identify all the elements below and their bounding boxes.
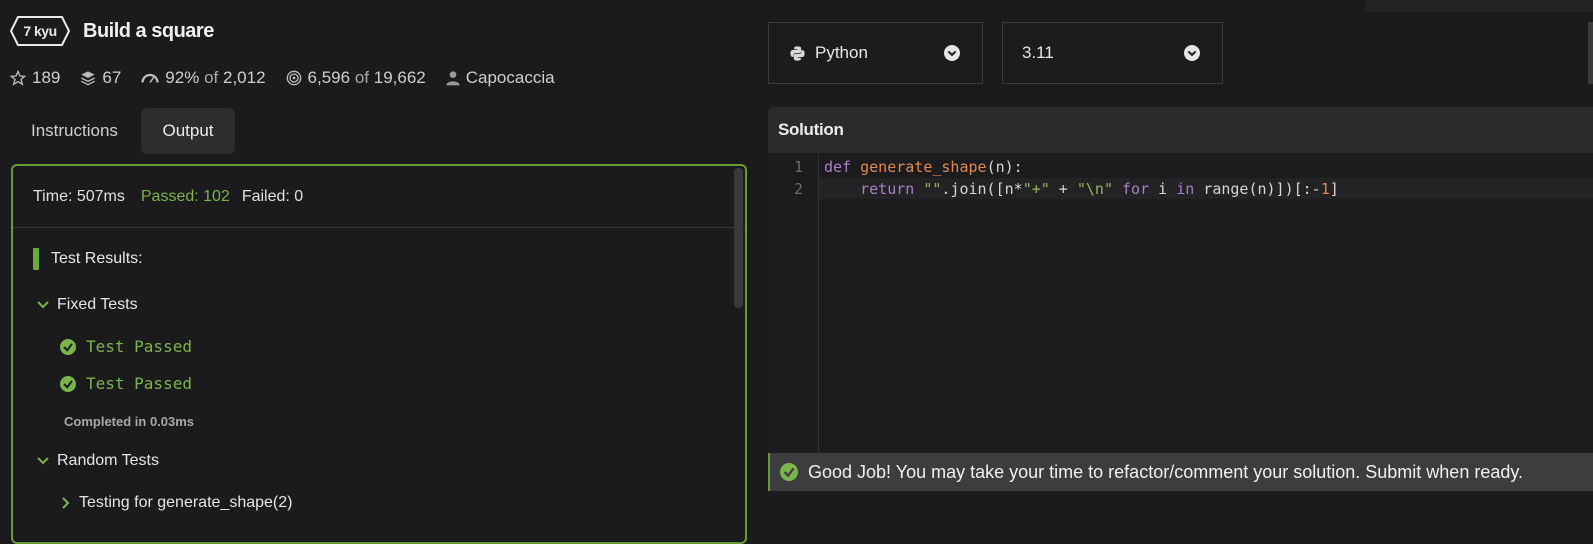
random-test-item[interactable]: Testing for generate_shape(2) [61, 494, 292, 512]
star-icon [10, 70, 26, 86]
output-panel: Time: 507ms Passed: 102 Failed: 0 Test Res… [11, 164, 747, 544]
completed-count: 6,596 [307, 68, 351, 87]
success-banner: Good Job! You may take your time to refa… [768, 453, 1593, 491]
rank-label: 7 kyu [23, 23, 57, 39]
check-circle-icon [60, 375, 76, 392]
line-number: 1 [793, 158, 803, 176]
solution-header: Solution [768, 107, 1593, 153]
version-select[interactable]: 3.11 [1002, 22, 1223, 84]
success-message: Good Job! You may take your time to refa… [808, 461, 1524, 482]
code-line-2[interactable]: return "".join([n*"+" + "\n" for i in ra… [824, 180, 1339, 198]
output-scrollbar[interactable] [734, 168, 743, 308]
satisfaction-of: of [204, 68, 219, 87]
solution-title: Solution [778, 120, 844, 139]
chevron-down-icon [37, 457, 49, 465]
line-number: 2 [793, 180, 803, 198]
results-header: Test Results: [33, 248, 143, 270]
collections-stat[interactable]: 67 [80, 68, 121, 88]
check-circle-icon [60, 338, 76, 355]
group-label: Random Tests [57, 452, 159, 469]
language-label: Python [815, 43, 868, 62]
stars-count: 189 [32, 68, 61, 87]
target-icon [286, 70, 301, 86]
chevron-right-icon [62, 497, 70, 509]
random-test-label: Testing for generate_shape(2) [79, 494, 293, 511]
chevron-down-icon [1184, 45, 1200, 61]
run-time: Time: 507ms [33, 188, 125, 205]
test-result-label: Test Passed [86, 374, 192, 393]
top-strip [1365, 0, 1593, 12]
author-name: Capocaccia [465, 68, 555, 87]
group-fixed-tests[interactable]: Fixed Tests [37, 296, 138, 314]
satisfaction-votes: 2,012 [222, 68, 266, 87]
failed-count: Failed: 0 [241, 188, 304, 205]
layers-icon [81, 71, 96, 86]
editor-gutter-divider [818, 153, 819, 453]
author-stat[interactable]: Capocaccia [446, 68, 555, 88]
satisfaction-stat: 92% of 2,012 [141, 68, 266, 88]
test-summary: Time: 507ms Passed: 102 Failed: 0 [13, 166, 745, 228]
stars-stat[interactable]: 189 [10, 68, 60, 88]
completion-stat: 6,596 of 19,662 [286, 68, 426, 88]
rank-badge: 7 kyu [10, 16, 70, 46]
right-edge-scrollbar[interactable] [1588, 22, 1593, 84]
speedometer-icon [141, 73, 159, 83]
kata-title[interactable]: Build a square [83, 20, 214, 43]
tab-output[interactable]: Output [141, 108, 235, 154]
results-title: Test Results: [51, 250, 143, 267]
group-random-tests[interactable]: Random Tests [37, 452, 159, 470]
test-result-label: Test Passed [86, 337, 192, 356]
user-icon [446, 71, 460, 86]
attempted-count: 19,662 [373, 68, 426, 87]
test-result: Test Passed [60, 337, 192, 356]
check-circle-icon [780, 463, 798, 481]
completed-time: Completed in 0.03ms [64, 414, 195, 429]
python-icon [790, 46, 805, 61]
test-result: Test Passed [60, 374, 192, 393]
code-line-1[interactable]: def generate_shape(n): [824, 158, 1023, 176]
collections-count: 67 [102, 68, 122, 87]
kata-stats: 189 67 92% of 2,012 6,596 of 19,662 Capo… [10, 66, 575, 90]
tab-instructions[interactable]: Instructions [11, 108, 138, 154]
group-label: Fixed Tests [57, 296, 138, 313]
passed-count: Passed: 102 [140, 188, 230, 205]
satisfaction-pct: 92% [165, 68, 200, 87]
chevron-down-icon [944, 45, 960, 61]
chevron-down-icon [37, 301, 49, 309]
version-label: 3.11 [1022, 43, 1054, 62]
results-accent-bar [33, 248, 39, 270]
language-select[interactable]: Python [768, 22, 983, 84]
completed-of: of [354, 68, 369, 87]
